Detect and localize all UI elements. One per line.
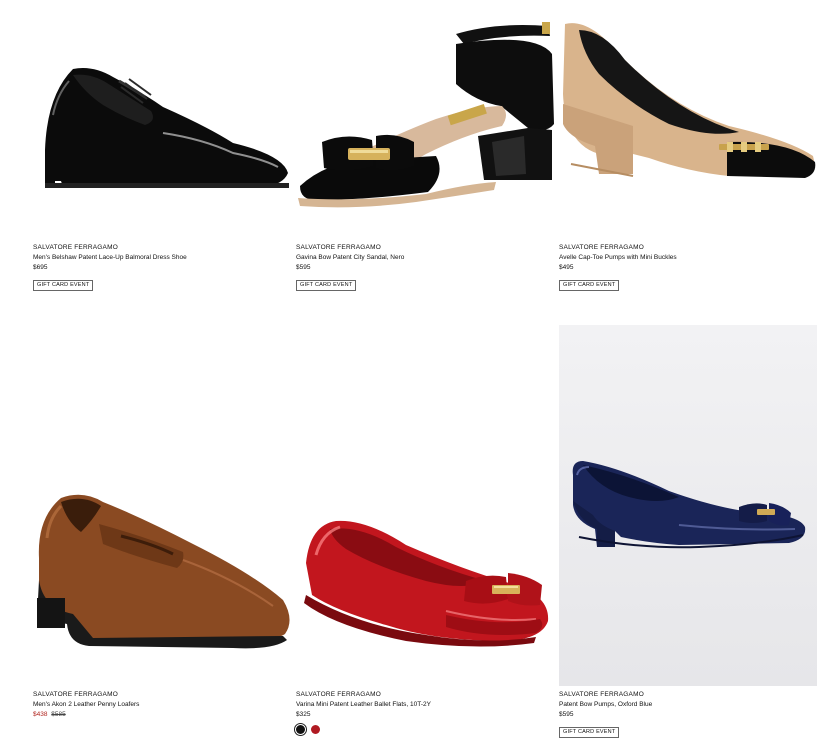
- product-brand: SALVATORE FERRAGAMO: [33, 244, 118, 251]
- product-image[interactable]: [559, 325, 817, 686]
- product-title[interactable]: Men's Akon 2 Leather Penny Loafers: [33, 700, 139, 710]
- color-swatch-red[interactable]: [311, 725, 320, 734]
- product-title[interactable]: Men's Belshaw Patent Lace-Up Balmoral Dr…: [33, 253, 187, 263]
- product-image[interactable]: [296, 515, 556, 650]
- gift-card-event-badge: GIFT CARD EVENT: [296, 280, 357, 291]
- product-price: $495: [559, 264, 574, 271]
- sale-price: $438: [33, 711, 48, 718]
- product-brand: SALVATORE FERRAGAMO: [559, 691, 644, 698]
- color-swatches: [294, 723, 431, 736]
- color-swatch-black[interactable]: [294, 723, 307, 736]
- product-price: $595: [559, 711, 574, 718]
- product-brand: SALVATORE FERRAGAMO: [296, 244, 381, 251]
- original-price: $585: [51, 711, 66, 718]
- gift-card-event-badge: GIFT CARD EVENT: [559, 280, 620, 291]
- product-title[interactable]: Gavina Bow Patent City Sandal, Nero: [296, 253, 404, 263]
- product-image[interactable]: [559, 14, 819, 184]
- product-price: $325: [296, 711, 311, 718]
- product-title[interactable]: Varina Mini Patent Leather Ballet Flats,…: [296, 700, 431, 710]
- product-image[interactable]: [33, 55, 293, 205]
- gift-card-event-badge: GIFT CARD EVENT: [33, 280, 94, 291]
- product-image[interactable]: [33, 488, 293, 653]
- gift-card-event-badge: GIFT CARD EVENT: [559, 727, 620, 738]
- product-title[interactable]: Patent Bow Pumps, Oxford Blue: [559, 700, 652, 710]
- product-price: $595: [296, 264, 311, 271]
- product-brand: SALVATORE FERRAGAMO: [296, 691, 381, 698]
- product-price: $695: [33, 264, 48, 271]
- product-price: $438 $585: [33, 710, 139, 720]
- product-brand: SALVATORE FERRAGAMO: [559, 244, 644, 251]
- product-image[interactable]: [296, 14, 556, 209]
- product-title[interactable]: Avelle Cap-Toe Pumps with Mini Buckles: [559, 253, 677, 263]
- product-brand: SALVATORE FERRAGAMO: [33, 691, 118, 698]
